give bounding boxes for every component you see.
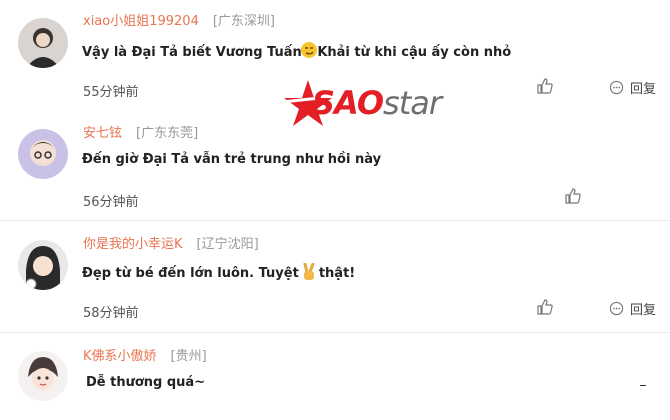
like-icon[interactable] bbox=[536, 298, 554, 316]
comment-item: 安七铉 [广东东莞] Đến giờ Đại Tả vẫn trẻ trung n… bbox=[0, 110, 670, 220]
comment-bubble-icon bbox=[609, 80, 624, 95]
like-icon[interactable] bbox=[536, 77, 554, 95]
comment-text: Vậy là Đại Tả biết Vương Tuấn Khải từ kh… bbox=[82, 41, 511, 60]
avatar[interactable] bbox=[18, 240, 68, 290]
comment-bubble-icon bbox=[609, 301, 624, 316]
comment-meta: K佛系小傲娇 [贵州] bbox=[83, 345, 207, 364]
user-location: [辽宁沈阳] bbox=[196, 237, 259, 252]
divider-dash bbox=[640, 385, 646, 386]
reply-button[interactable]: 回复 bbox=[609, 78, 656, 97]
reply-button[interactable]: 回复 bbox=[609, 299, 656, 318]
username[interactable]: 安七铉 bbox=[83, 126, 122, 141]
comment-text: Đến giờ Đại Tả vẫn trẻ trung như hồi này bbox=[82, 152, 382, 167]
comment-text: Đẹp từ bé đến lớn luôn. Tuyệt thật! bbox=[82, 262, 355, 281]
comment-time: 58分钟前 bbox=[83, 306, 139, 321]
comment-item: 你是我的小幸运K [辽宁沈阳] Đẹp từ bé đến lớn luôn. T… bbox=[0, 220, 670, 332]
comment-time: 55分钟前 bbox=[83, 85, 139, 100]
comment-meta: 你是我的小幸运K [辽宁沈阳] bbox=[83, 233, 259, 252]
username[interactable]: xiao小姐姐199204 bbox=[83, 14, 199, 29]
avatar[interactable] bbox=[18, 129, 68, 179]
comment-meta: 安七铉 [广东东莞] bbox=[83, 122, 198, 141]
avatar[interactable] bbox=[18, 18, 68, 68]
user-location: [贵州] bbox=[170, 349, 207, 364]
user-location: [广东东莞] bbox=[136, 126, 199, 141]
username[interactable]: K佛系小傲娇 bbox=[83, 349, 157, 364]
victory-hand-emoji bbox=[301, 262, 317, 281]
comment-time: 56分钟前 bbox=[83, 195, 139, 210]
smirk-emoji bbox=[300, 41, 318, 58]
comment-item: K佛系小傲娇 [贵州] Dễ thương quá~ bbox=[0, 332, 670, 420]
comment-text: Dễ thương quá~ bbox=[86, 375, 206, 390]
comment-meta: xiao小姐姐199204 [广东深圳] bbox=[83, 10, 275, 29]
like-icon[interactable] bbox=[564, 187, 582, 205]
username[interactable]: 你是我的小幸运K bbox=[83, 237, 183, 252]
user-location: [广东深圳] bbox=[212, 14, 276, 29]
avatar[interactable] bbox=[18, 351, 68, 401]
